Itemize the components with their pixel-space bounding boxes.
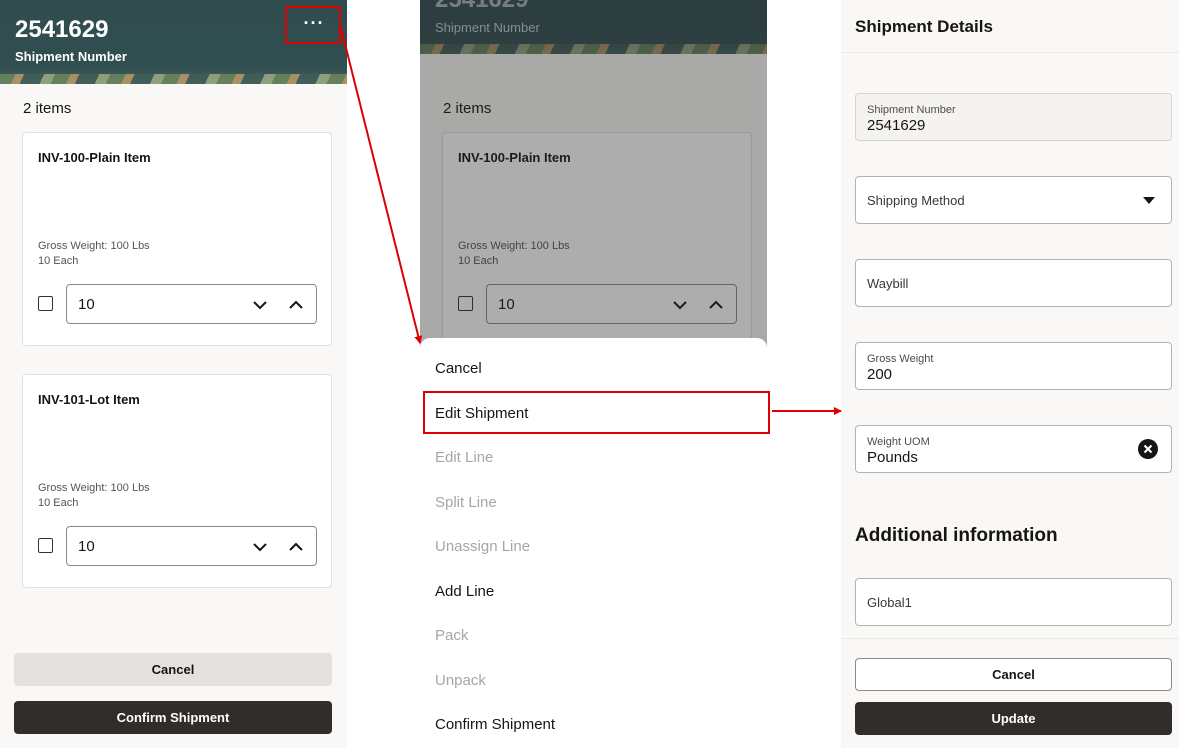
arrow-to-menu [340, 27, 423, 344]
annotation-arrows [340, 27, 842, 415]
